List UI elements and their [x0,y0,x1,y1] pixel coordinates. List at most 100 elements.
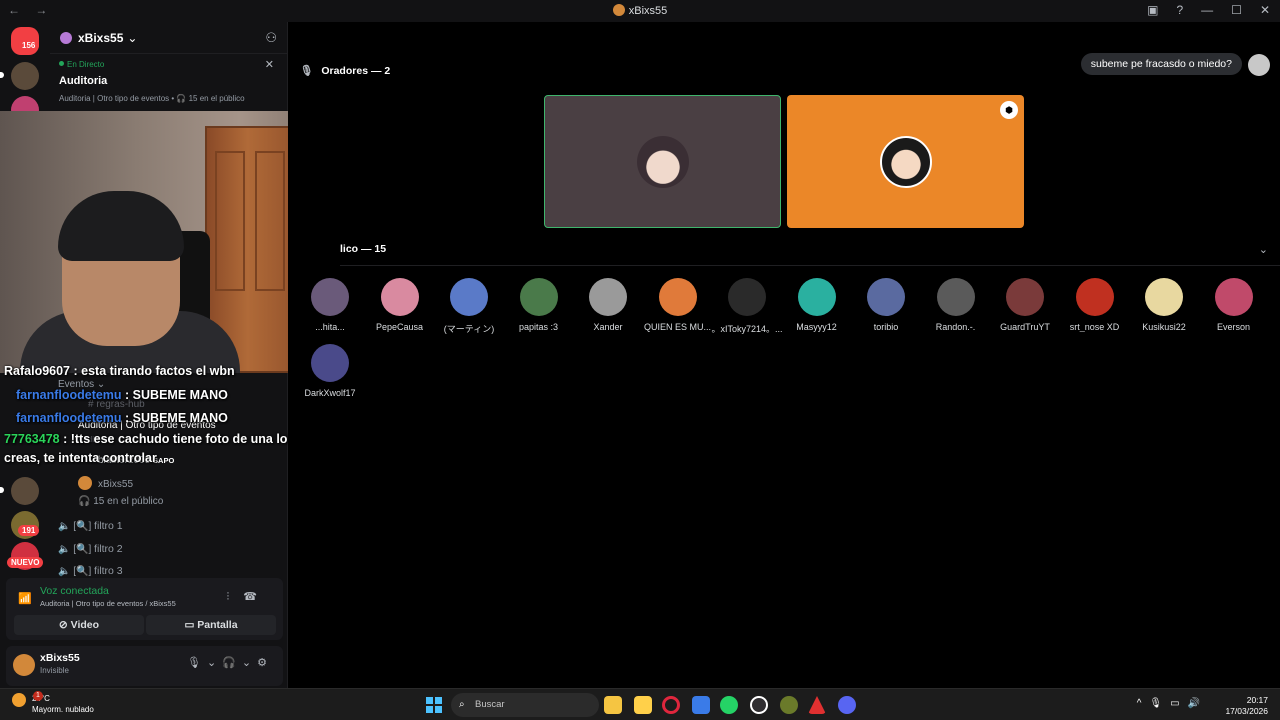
minimize-button[interactable]: — [1201,3,1213,17]
discord-icon[interactable] [838,696,856,714]
disconnect-icon[interactable]: ☎ [243,591,271,603]
stage-banner-title[interactable]: Auditoria [59,75,107,87]
voice-actions: ⫶☎ [227,590,271,604]
app-icon[interactable] [808,696,826,714]
signal-icon[interactable]: 📶 [18,592,32,605]
audience-member[interactable]: Masyyy12 [781,278,853,332]
audience-member[interactable]: (マーティン) [433,278,505,335]
audience-member[interactable]: papitas :3 [503,278,575,332]
help-icon[interactable]: ? [1176,3,1183,17]
audience-member[interactable]: DarkXwolf17 [294,344,366,398]
user-panel: xBixs55 Invisible 🎙⌄🎧⌄⚙ [6,646,283,686]
date: 17/03/2026 [1225,706,1268,716]
camera-off-icon: ⊘ [58,619,68,631]
request-bubble: subeme pe fracasdo o miedo? [1080,53,1242,75]
audience-member[interactable]: Xander [572,278,644,332]
divider [340,265,1280,266]
task-view-icon[interactable] [634,696,652,714]
invite-people-icon[interactable]: ⚇ [265,30,277,46]
audience-member[interactable]: QUIEN ES MU... [642,278,714,332]
voice-channel-filter-1[interactable]: 🔈 [🔍] filtro 1 [58,520,123,532]
chevron-up-icon[interactable]: ^ [1137,698,1150,709]
chat-user: Rafalo9607 [4,364,71,378]
network-icon[interactable]: ▭ [1170,698,1187,709]
clock[interactable]: 20:17 17/03/2026 [1225,695,1268,717]
start-button[interactable] [426,697,442,713]
screen-share-button[interactable]: ▭ Pantalla [146,615,276,635]
microphone-icon[interactable]: 🎙 [187,657,207,669]
audience-member[interactable]: 。xIToky7214。... [711,278,783,335]
notepad-icon[interactable] [692,696,710,714]
member-name: ...hita... [315,322,345,332]
avatar [519,278,558,316]
taskbar-search[interactable]: ⌕ Buscar [451,693,599,717]
gear-icon[interactable]: ⚙ [257,657,273,669]
audience-member[interactable]: Kusikusi22 [1128,278,1200,332]
unread-indicator [0,72,4,78]
avatar[interactable] [1248,54,1270,76]
file-explorer-icon[interactable] [604,696,622,714]
avatar [380,278,419,316]
server-header[interactable]: xBixs55 ⌄ ⚇ [50,22,287,54]
speakers-label: Oradores — 2 [321,65,391,77]
audience-member[interactable]: Randon.-. [920,278,992,332]
xbox-icon[interactable] [780,696,798,714]
audience-member[interactable]: Everson [1198,278,1270,332]
chevron-down-icon: ⌄ [127,30,138,45]
avatar [797,278,836,316]
speaker-muted-icon: 🔈 [58,521,71,532]
chevron-down-icon[interactable]: ⌄ [242,657,257,669]
chevron-down-icon[interactable]: ⌄ [207,657,222,669]
audience-member[interactable]: GuardTruYT [989,278,1061,332]
chat-user: 77763478 [4,432,60,446]
speaker-tile[interactable] [544,95,781,228]
avatar [936,278,975,316]
title-bar: ← → xBixs55 ▣ ? — ☐ ✕ [0,0,1280,22]
inbox-icon[interactable]: ▣ [1147,3,1158,17]
member-name: xBixs55 [98,479,134,490]
member-name: Xander [593,322,623,332]
chat-text: : SUBEME MANO [121,388,228,402]
member-name: 。xIToky7214。... [711,324,783,334]
close-icon[interactable]: ✕ [265,58,274,71]
obs-icon[interactable] [750,696,768,714]
audience-member[interactable]: srt_nose XD [1059,278,1131,332]
new-badge: NUEVO [7,557,44,568]
close-button[interactable]: ✕ [1260,3,1270,17]
audience-member[interactable]: toribio [850,278,922,332]
stage-member[interactable]: xBixs55 [78,476,133,490]
channel-label: filtro 3 [94,565,123,577]
opera-icon[interactable] [662,696,680,714]
video-button[interactable]: ⊘ Video [14,615,144,635]
window-title: xBixs55 [0,4,1280,17]
chevron-down-icon[interactable]: ⌄ [1259,243,1268,256]
whatsapp-icon[interactable] [720,696,738,714]
server-icon[interactable] [11,62,39,90]
username[interactable]: xBixs55 [40,652,80,664]
voice-status[interactable]: Voz conectada [40,585,109,597]
taskbar: 24°CMayorm. nublado 1 ⌕ Buscar ^🎙▭🔊 20:17… [0,688,1280,720]
voice-channel-filter-2[interactable]: 🔈 [🔍] filtro 2 [58,543,123,555]
speaker-tile[interactable]: ⬢ [787,95,1024,228]
noise-suppression-icon[interactable]: ⫶ [227,591,244,603]
microphone-icon[interactable]: 🎙 [1149,698,1170,709]
headphones-icon[interactable]: 🎧 [222,657,242,669]
audience-count-label: 15 en el público [93,496,164,507]
stage-banner-subtitle: Auditoria | Otro tipo de eventos • 🎧 15 … [59,94,245,103]
member-name: Masyyy12 [796,322,837,332]
volume-icon[interactable]: 🔊 [1188,698,1208,709]
audience-member[interactable]: PepeCausa [364,278,436,332]
audience-member[interactable]: ...hita... [294,278,366,332]
avatar [636,135,689,188]
avatar [311,278,349,316]
live-label: En Directo [67,60,105,69]
voice-channel-filter-3[interactable]: 🔈 [🔍] filtro 3 [58,565,123,577]
speakers-header: 🎙 Oradores — 2 [300,64,390,77]
maximize-button[interactable]: ☐ [1231,3,1242,17]
member-name: toribio [873,322,899,332]
video-label: Video [70,619,100,631]
audience-count: 🎧 15 en el público [78,496,163,507]
weather-widget[interactable]: 24°CMayorm. nublado 1 [12,691,94,715]
avatar[interactable] [13,654,35,676]
server-icon[interactable] [11,477,39,505]
